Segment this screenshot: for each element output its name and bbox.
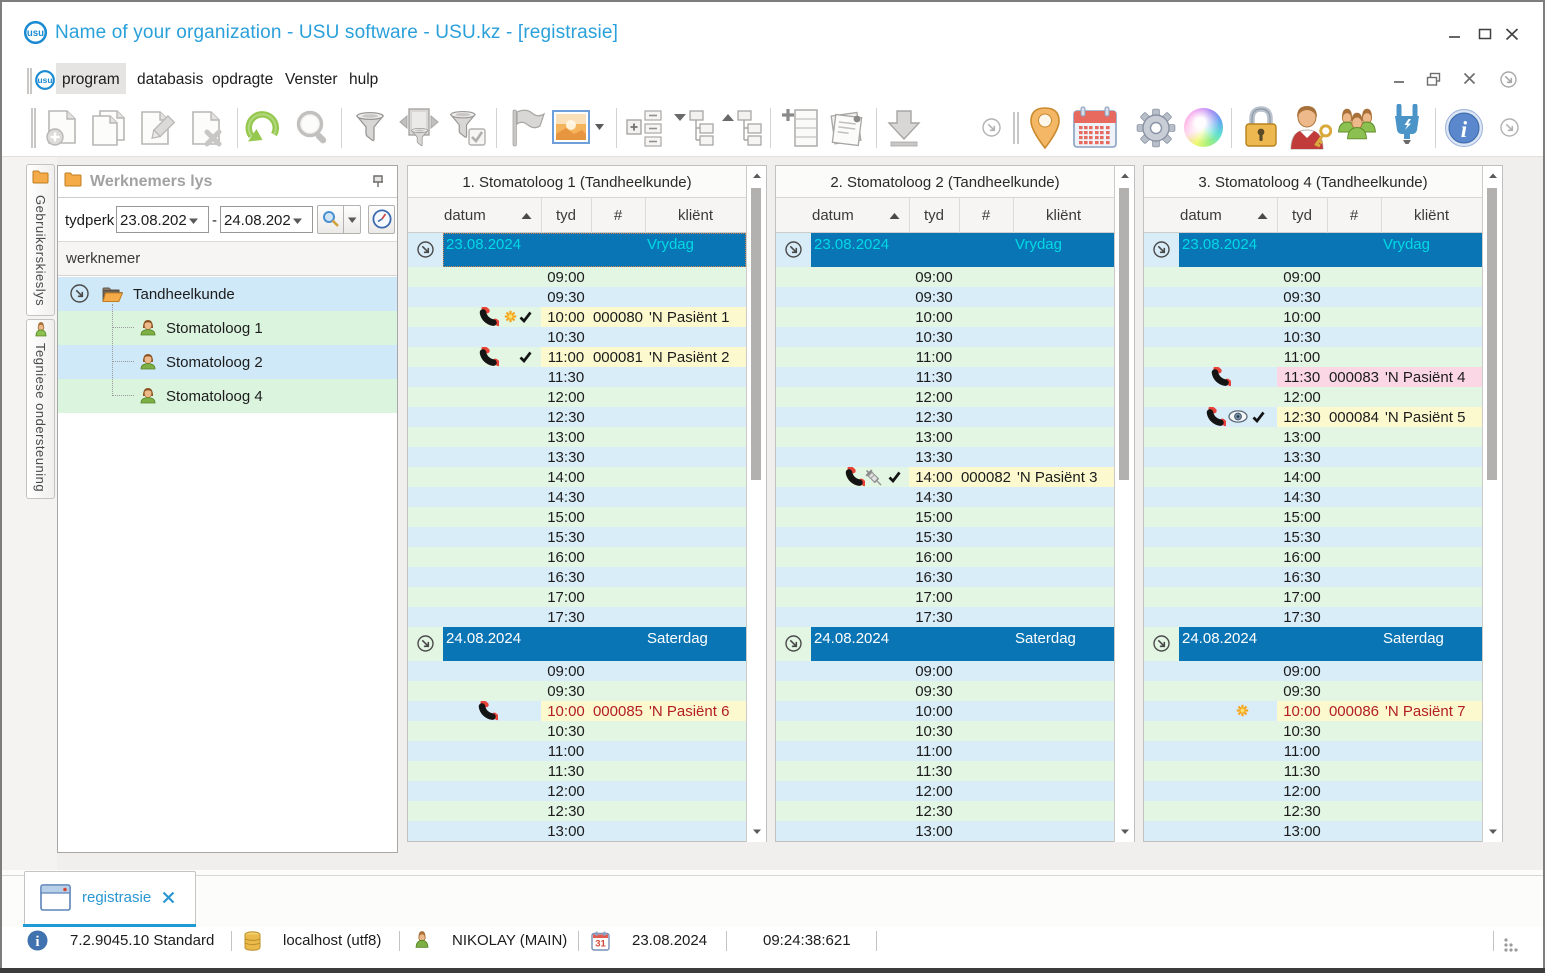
svg-text:i: i [35, 934, 39, 950]
svg-text:i: i [1461, 117, 1468, 142]
svg-text:31: 31 [595, 939, 606, 950]
svg-text:usu: usu [38, 75, 53, 85]
svg-text:usu: usu [27, 28, 44, 39]
